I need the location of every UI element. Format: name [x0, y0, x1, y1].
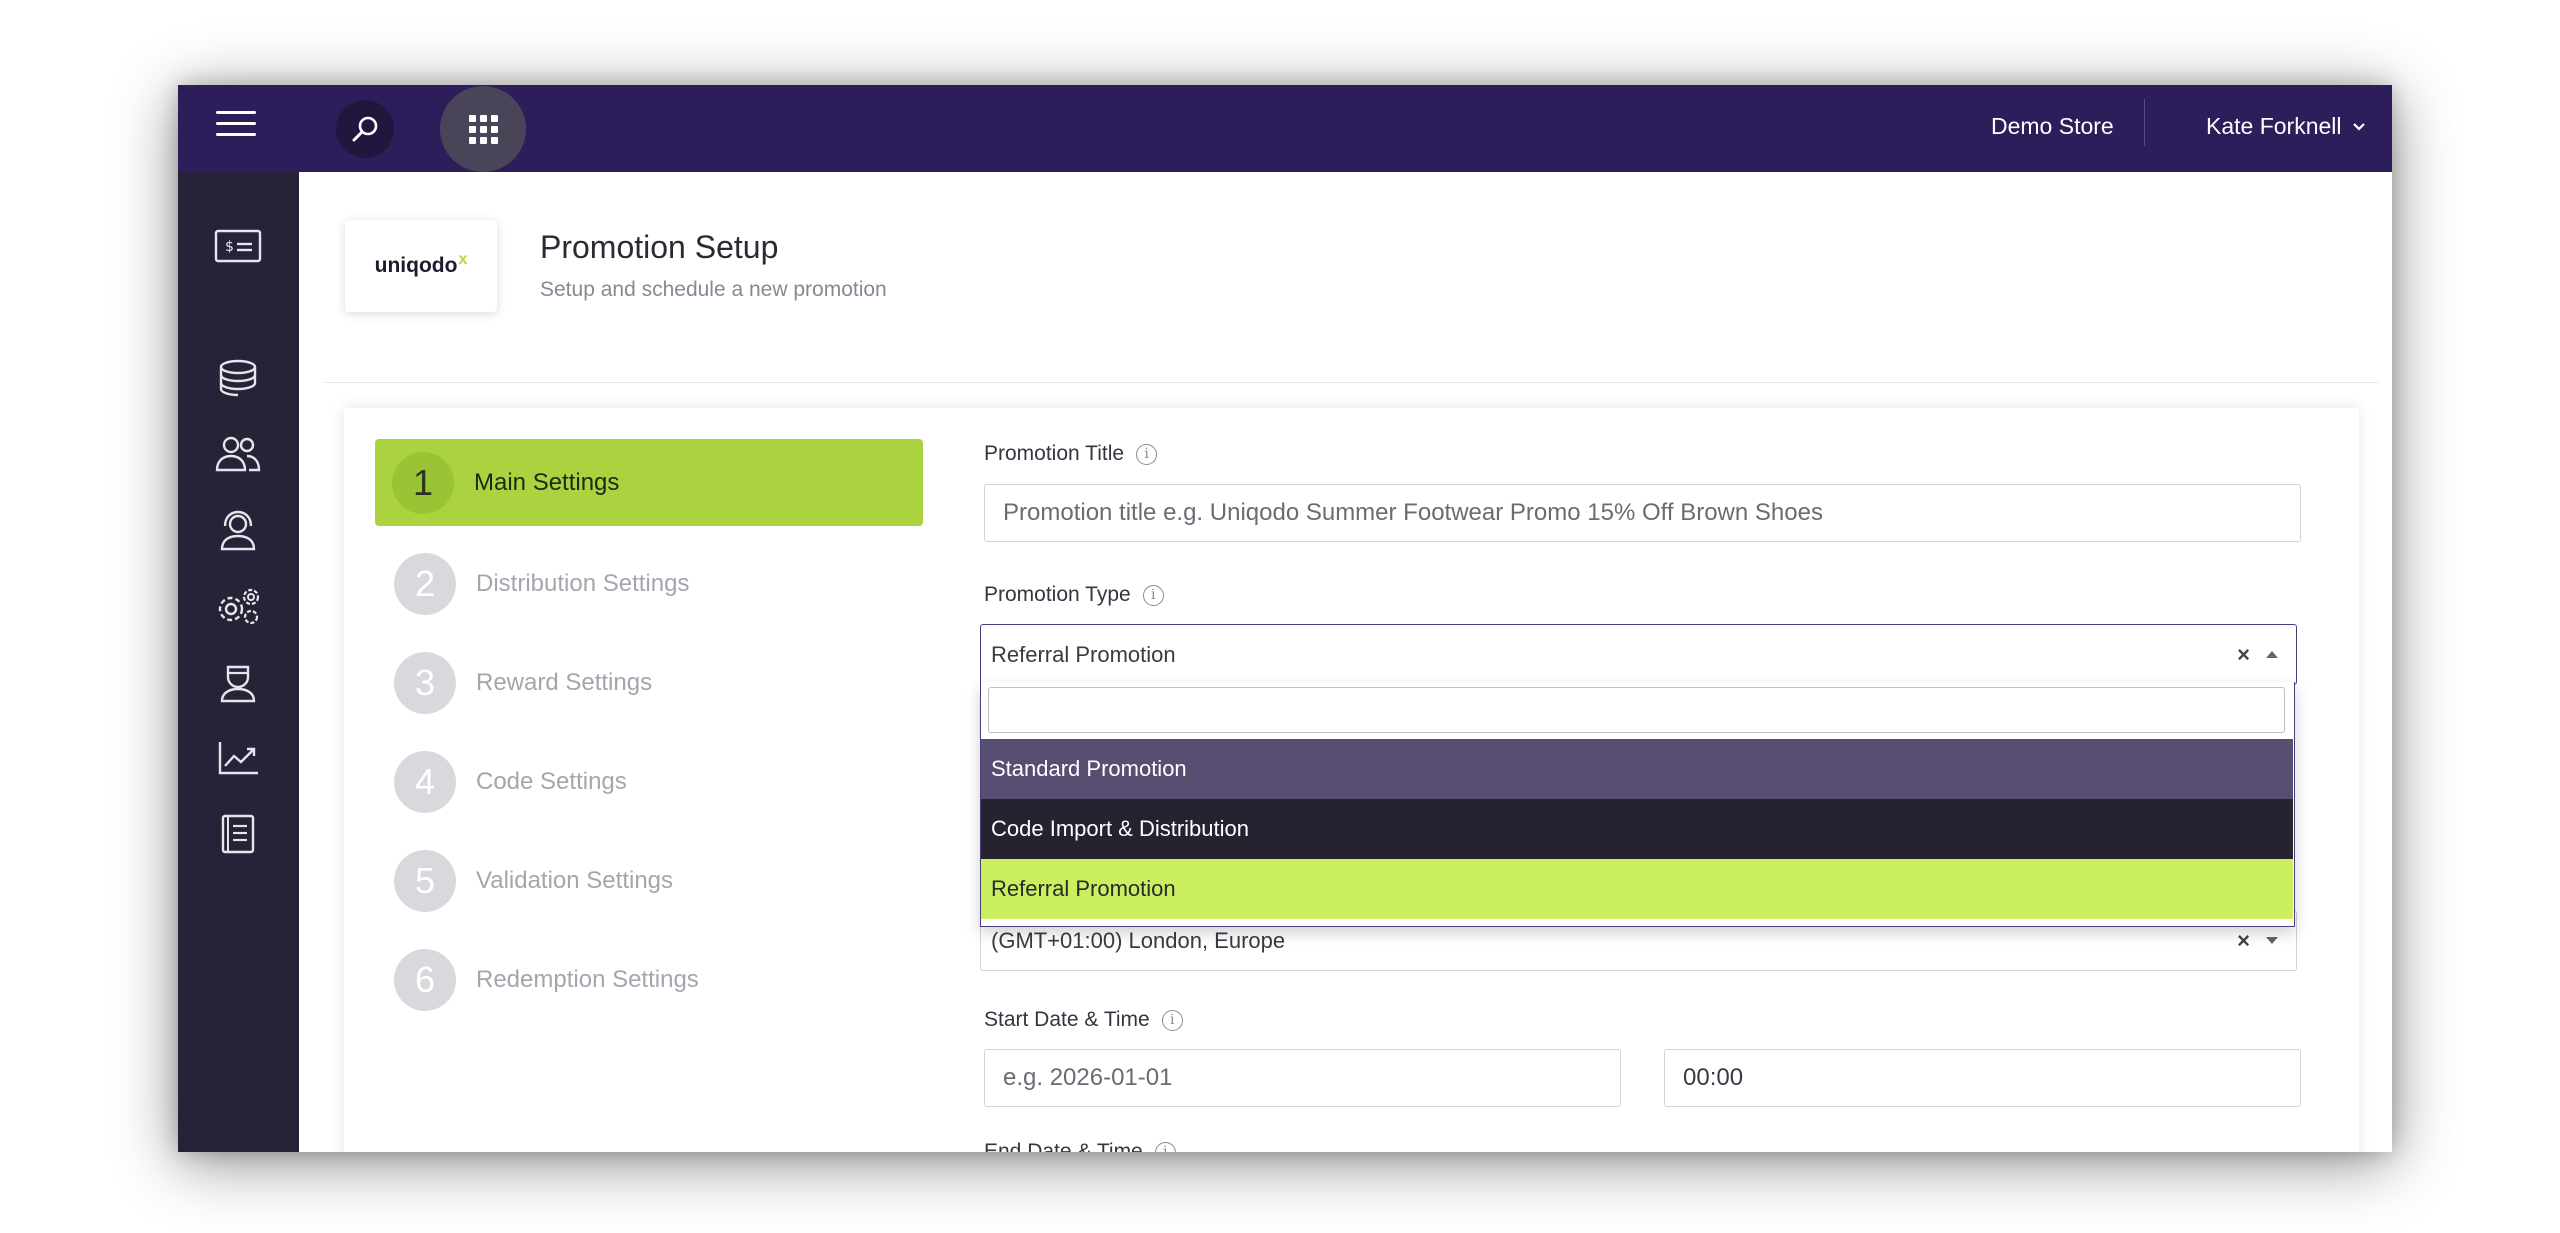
step-label: Validation Settings [476, 867, 674, 894]
step-number: 3 [394, 652, 456, 714]
svg-text:$: $ [225, 239, 234, 255]
logo-text: uniqodo [374, 254, 458, 277]
support-agent-icon[interactable] [214, 508, 262, 552]
sidebar: $ [178, 172, 299, 1152]
step-main-settings[interactable]: 1 Main Settings [375, 439, 923, 526]
step-label: Redemption Settings [476, 966, 699, 993]
promotion-type-label: Promotion Type i [984, 583, 1164, 607]
page-subtitle: Setup and schedule a new promotion [540, 278, 887, 301]
step-number: 4 [394, 751, 456, 813]
promotion-type-select[interactable]: Referral Promotion × [980, 624, 2297, 685]
promotion-type-dropdown: Standard Promotion Code Import & Distrib… [980, 682, 2295, 927]
brand-logo: uniqodo x [345, 220, 497, 312]
step-number: 5 [394, 850, 456, 912]
dropdown-option[interactable]: Referral Promotion [981, 859, 2293, 919]
user-name: Kate Forknell [2206, 113, 2342, 139]
coins-icon[interactable] [214, 356, 262, 400]
dropdown-option[interactable]: Code Import & Distribution [981, 799, 2293, 859]
info-icon[interactable]: i [1142, 584, 1164, 606]
search-icon [352, 116, 378, 142]
app-window: Demo Store Kate Forknell $ uniqodo x Pro… [178, 85, 2392, 1152]
label-text: Promotion Type [984, 583, 1131, 606]
step-number: 2 [394, 553, 456, 615]
step-number: 6 [394, 949, 456, 1011]
chevron-down-icon [2352, 122, 2365, 131]
step-label: Reward Settings [476, 669, 653, 696]
start-time-input[interactable] [1664, 1049, 2301, 1107]
label-text: End Date & Time [984, 1140, 1143, 1152]
step-reward-settings[interactable]: 3 Reward Settings [394, 652, 652, 714]
admin-user-icon[interactable] [214, 660, 262, 704]
apps-grid-icon [468, 114, 498, 144]
store-name[interactable]: Demo Store [1991, 113, 2114, 140]
settings-gears-icon[interactable] [214, 584, 262, 628]
start-date-input[interactable] [984, 1049, 1621, 1107]
users-icon[interactable] [214, 432, 262, 476]
analytics-icon[interactable] [214, 736, 262, 780]
user-menu[interactable]: Kate Forknell [2206, 113, 2366, 140]
end-date-time-label: End Date & Time i [984, 1140, 1176, 1152]
logo-mark: x [458, 251, 468, 268]
label-text: Start Date & Time [984, 1008, 1150, 1031]
search-button[interactable] [336, 100, 394, 158]
clear-selection-button[interactable]: × [2237, 642, 2250, 668]
selected-value: (GMT+01:00) London, Europe [991, 927, 1286, 953]
step-label: Main Settings [474, 468, 620, 496]
promotion-title-label: Promotion Title i [984, 442, 1158, 466]
label-text: Promotion Title [984, 442, 1125, 465]
documentation-icon[interactable] [214, 812, 262, 856]
dropdown-search-input[interactable] [988, 687, 2285, 733]
info-icon[interactable]: i [1161, 1009, 1183, 1031]
step-code-settings[interactable]: 4 Code Settings [394, 751, 627, 813]
header-divider [324, 382, 2379, 383]
info-icon[interactable]: i [1136, 443, 1158, 465]
step-label: Distribution Settings [476, 570, 690, 597]
start-date-time-label: Start Date & Time i [984, 1008, 1183, 1032]
caret-down-icon [2266, 937, 2278, 944]
step-redemption-settings[interactable]: 6 Redemption Settings [394, 949, 699, 1011]
caret-up-icon [2266, 651, 2278, 658]
dropdown-option[interactable]: Standard Promotion [981, 739, 2293, 799]
apps-button[interactable] [440, 86, 526, 172]
step-validation-settings[interactable]: 5 Validation Settings [394, 850, 673, 912]
page-title: Promotion Setup [540, 229, 779, 265]
topbar-divider [2144, 99, 2145, 146]
info-icon[interactable]: i [1154, 1141, 1176, 1152]
step-label: Code Settings [476, 768, 627, 795]
step-number: 1 [392, 451, 454, 514]
selected-value: Referral Promotion [991, 641, 1176, 667]
clear-selection-button[interactable]: × [2237, 928, 2250, 954]
top-bar: Demo Store Kate Forknell [178, 85, 2392, 172]
step-distribution-settings[interactable]: 2 Distribution Settings [394, 553, 689, 615]
promotion-title-input[interactable] [984, 484, 2301, 542]
voucher-icon[interactable]: $ [214, 224, 262, 268]
menu-icon[interactable] [216, 111, 256, 141]
